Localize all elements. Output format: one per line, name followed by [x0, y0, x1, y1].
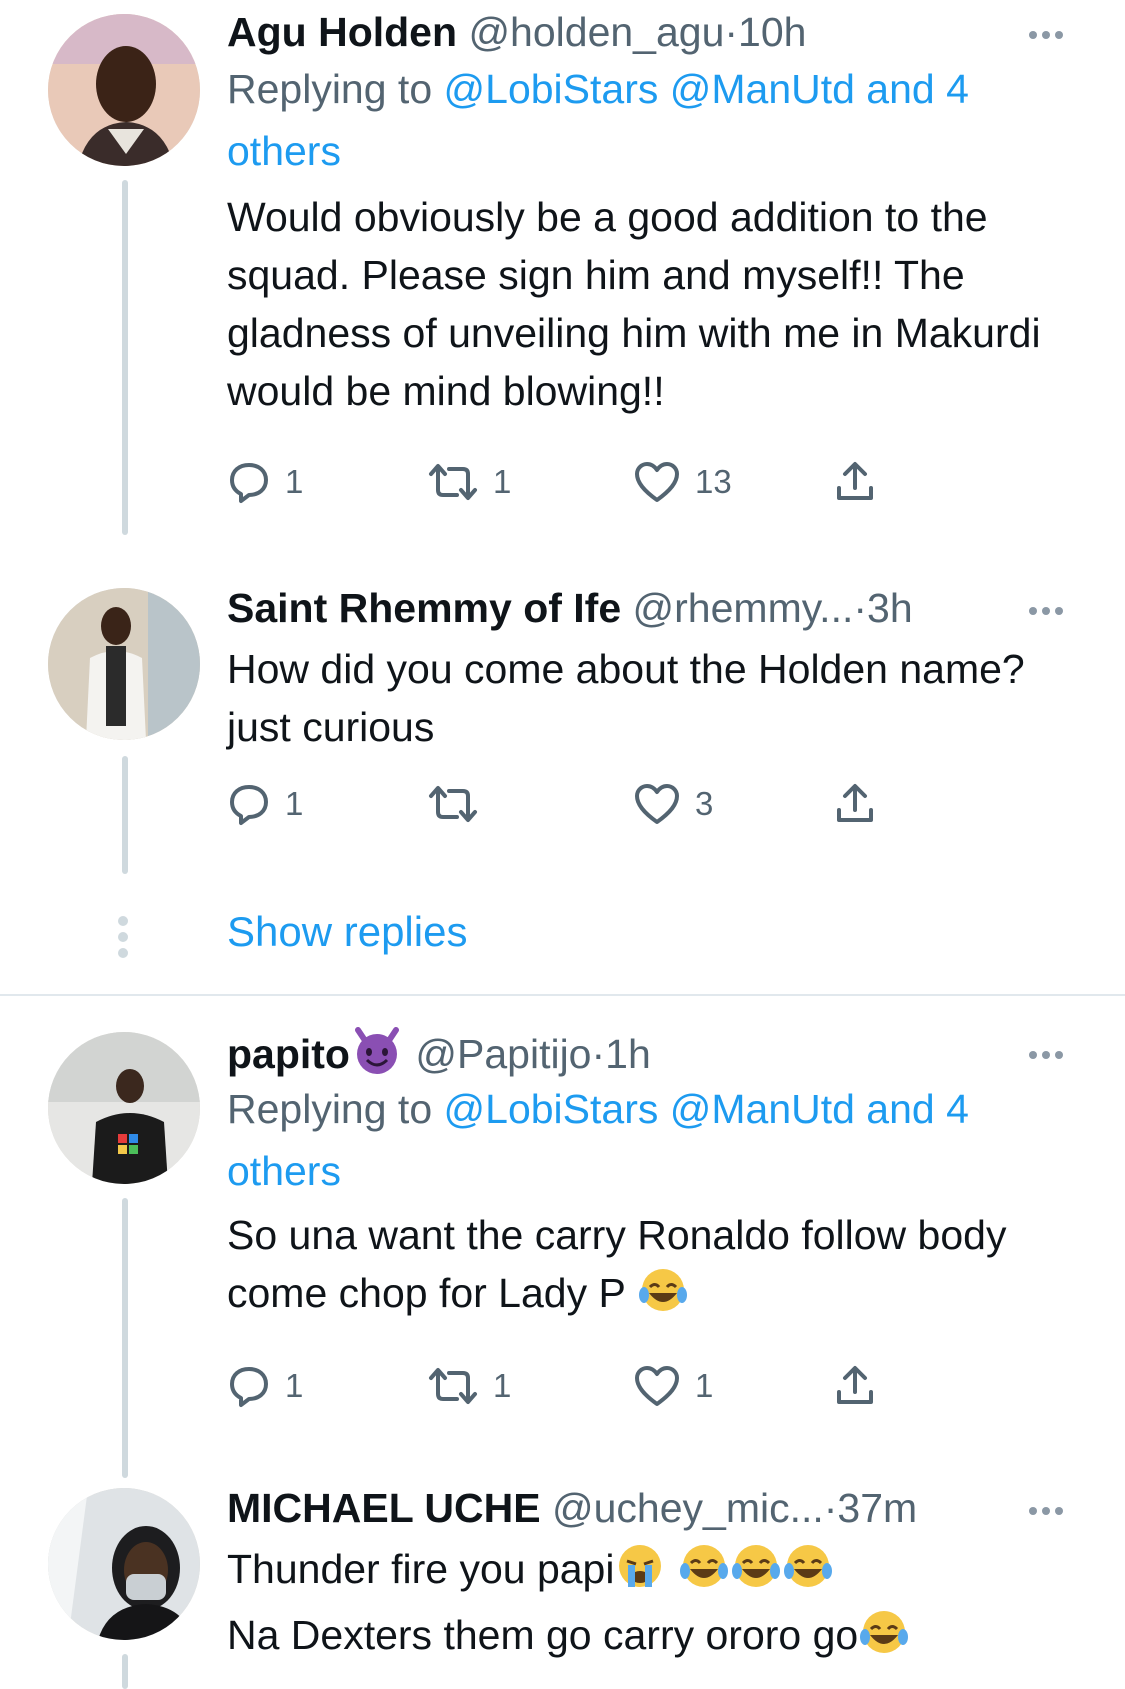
tweet-header: Agu Holden @holden_agu·10h [227, 6, 1035, 58]
tweet-text: Thunder fire you papi Na Dexters them go… [227, 1540, 1087, 1672]
tweet-header: MICHAEL UCHE @uchey_mic...·37m [227, 1482, 1035, 1534]
like-button[interactable]: 1 [633, 1356, 713, 1416]
retweet-button[interactable]: 1 [427, 452, 511, 512]
retweet-button[interactable]: 1 [427, 1356, 511, 1416]
retweet-icon [429, 1368, 477, 1404]
share-icon [837, 1366, 873, 1404]
tweet-line-text: Thunder fire you papi [227, 1546, 615, 1592]
display-name[interactable]: MICHAEL UCHE [227, 1485, 541, 1531]
tweet-actions: 1 1 13 [227, 452, 947, 512]
reply-icon [230, 1367, 268, 1407]
display-name[interactable]: papito [227, 1031, 350, 1077]
timestamp[interactable]: 10h [738, 9, 806, 55]
more-replies-indicator [118, 916, 130, 964]
tweet-actions: 1 1 1 [227, 1356, 947, 1416]
tweet-line-text: Na Dexters them go carry ororo go [227, 1612, 859, 1658]
separator-dot: · [724, 9, 739, 55]
user-handle[interactable]: @Papitijo [415, 1031, 591, 1077]
avatar[interactable] [48, 588, 200, 740]
tweet-text: Would obviously be a good addition to th… [227, 194, 1041, 414]
more-icon[interactable] [1029, 602, 1073, 616]
user-handle[interactable]: @rhemmy... [633, 585, 854, 631]
tweet-text: How did you come about the Holden name? … [227, 646, 1025, 750]
divider [0, 994, 1125, 996]
share-button[interactable] [833, 774, 877, 834]
reply-icon [230, 785, 268, 825]
tweet-line: Na Dexters them go carry ororo go [227, 1606, 1087, 1672]
tweet-header: Saint Rhemmy of Ife @rhemmy...·3h [227, 582, 1035, 634]
separator-dot: · [591, 1031, 606, 1077]
tears-of-joy-emoji [782, 1541, 834, 1606]
replying-prefix: Replying to [227, 1086, 444, 1132]
timestamp[interactable]: 1h [605, 1031, 651, 1077]
retweet-count: 1 [493, 1367, 512, 1404]
reply-button[interactable]: 1 [227, 774, 303, 834]
display-name[interactable]: Agu Holden [227, 9, 457, 55]
heart-icon [635, 462, 679, 502]
tears-of-joy-emoji [858, 1607, 910, 1672]
retweet-button[interactable] [427, 774, 493, 834]
like-button[interactable]: 3 [633, 774, 713, 834]
like-count: 1 [695, 1367, 714, 1404]
reply-button[interactable]: 1 [227, 1356, 303, 1416]
heart-icon [635, 1366, 679, 1406]
thread-line [122, 180, 128, 535]
tears-of-joy-emoji [678, 1541, 730, 1606]
retweet-count: 1 [493, 463, 512, 500]
tears-of-joy-emoji [637, 1265, 689, 1330]
like-button[interactable]: 13 [633, 452, 732, 512]
separator-dot: · [853, 585, 868, 631]
share-button[interactable] [833, 452, 877, 512]
share-button[interactable] [833, 1356, 877, 1416]
tweet-text: So una want the carry Ronaldo follow bod… [227, 1206, 1087, 1330]
avatar[interactable] [48, 1032, 200, 1184]
share-icon [837, 462, 873, 500]
more-icon[interactable] [1029, 1502, 1073, 1516]
tweet-actions: 1 3 [227, 774, 947, 834]
display-name[interactable]: Saint Rhemmy of Ife [227, 585, 621, 631]
more-icon[interactable] [1029, 1046, 1073, 1060]
like-count: 3 [695, 785, 714, 822]
user-handle[interactable]: @holden_agu [468, 9, 724, 55]
reply-button[interactable]: 1 [227, 452, 303, 512]
tears-of-joy-emoji [730, 1541, 782, 1606]
tweet-line: Thunder fire you papi [227, 1540, 1087, 1606]
reply-icon [230, 463, 268, 503]
retweet-icon [429, 786, 477, 822]
share-icon [837, 784, 873, 822]
replying-to: Replying to @LobiStars @ManUtd and 4 oth… [227, 1078, 1077, 1202]
thread-line [122, 756, 128, 874]
like-count: 13 [695, 463, 732, 500]
replying-to: Replying to @LobiStars @ManUtd and 4 oth… [227, 58, 1077, 182]
timestamp[interactable]: 37m [837, 1485, 917, 1531]
retweet-icon [429, 464, 477, 500]
reply-count: 1 [285, 785, 304, 822]
user-handle[interactable]: @uchey_mic... [552, 1485, 824, 1531]
separator-dot: · [823, 1485, 838, 1531]
avatar[interactable] [48, 14, 200, 166]
thread-line [122, 1654, 128, 1689]
reply-count: 1 [285, 1367, 304, 1404]
more-icon[interactable] [1029, 26, 1073, 40]
thread-line [122, 1198, 128, 1478]
replying-prefix: Replying to [227, 66, 444, 112]
tweet-text-content: So una want the carry Ronaldo follow bod… [227, 1212, 1007, 1316]
crying-face-emoji [614, 1541, 666, 1606]
timestamp[interactable]: 3h [867, 585, 913, 631]
reply-count: 1 [285, 463, 304, 500]
avatar[interactable] [48, 1488, 200, 1640]
heart-icon [635, 784, 679, 824]
show-replies-link[interactable]: Show replies [227, 908, 467, 956]
